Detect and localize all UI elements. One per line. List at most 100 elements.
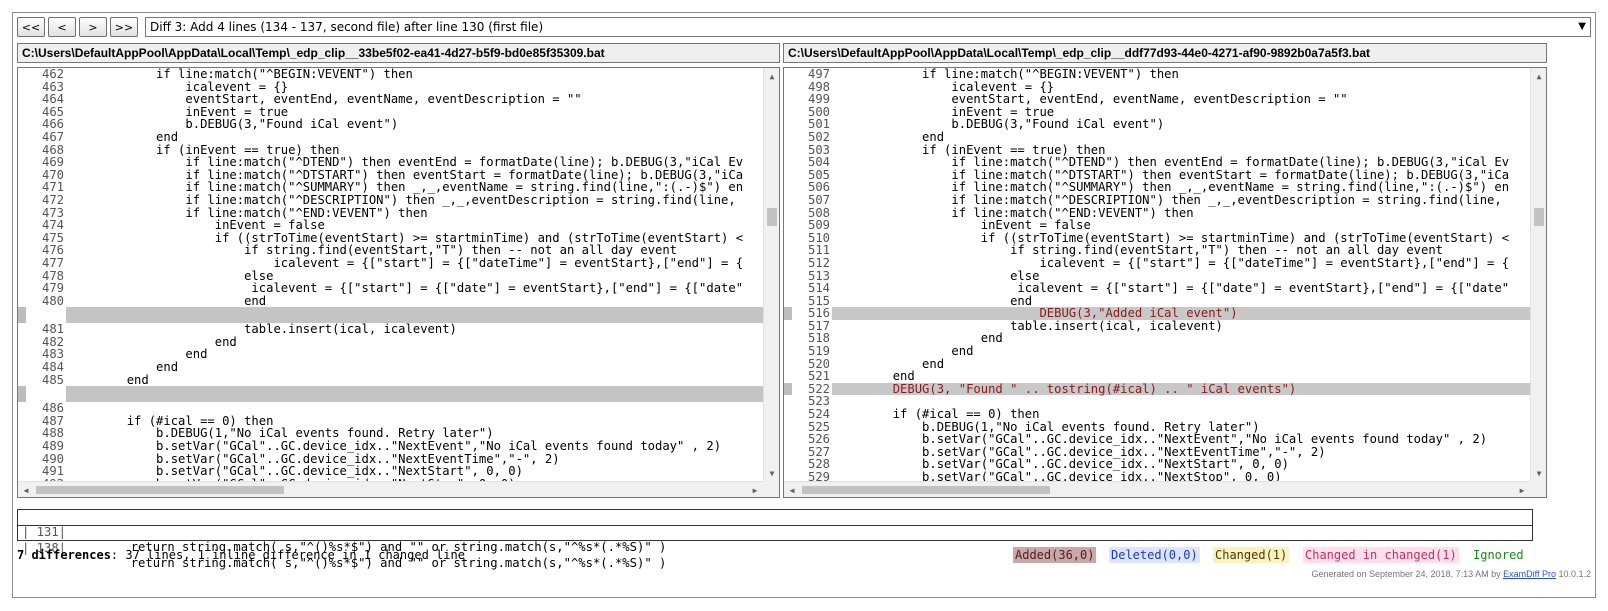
first-diff-button[interactable]: << — [17, 17, 45, 37]
diff-marker — [784, 156, 792, 169]
code-line: 464 eventStart, eventEnd, eventName, eve… — [18, 93, 763, 106]
line-number: 497 — [807, 68, 830, 81]
line-code: icalevent = {["start"] = {["date"] = eve… — [68, 281, 744, 296]
diff-marker — [18, 244, 26, 257]
line-code: if (#ical == 0) then — [834, 407, 1040, 422]
line-code: b.setVar("GCal"..GC.device_idx.."NextSto… — [834, 470, 1282, 481]
line-number: 526 — [807, 432, 830, 447]
diff-marker — [18, 68, 26, 81]
diff-report: << < > >> Diff 3: Add 4 lines (134 - 137… — [12, 12, 1596, 598]
diff-marker — [784, 244, 792, 257]
prev-diff-button[interactable]: < — [48, 17, 76, 37]
right-file-path: C:\Users\DefaultAppPool\AppData\Local\Te… — [783, 43, 1547, 63]
diff-marker — [784, 421, 792, 434]
line-number: 502 — [807, 129, 830, 144]
scroll-left-icon[interactable]: ◀ — [18, 482, 34, 497]
code-line: 504 if line:match("^DTEND") then eventEn… — [784, 156, 1530, 169]
code-line: 512 icalevent = {["start"] = {["dateTime… — [784, 257, 1530, 270]
left-vertical-scrollbar[interactable]: ▲ ▼ — [763, 68, 779, 481]
scroll-down-icon[interactable]: ▼ — [764, 465, 779, 481]
code-line: 489 b.setVar("GCal"..GC.device_idx.."Nex… — [18, 440, 763, 453]
diff-marker — [784, 219, 792, 232]
placeholder-line — [18, 386, 763, 403]
line-number: 521 — [807, 369, 830, 384]
chevron-down-icon[interactable]: ▼ — [1578, 18, 1586, 36]
diff-marker — [784, 181, 792, 194]
scroll-right-icon[interactable]: ▶ — [1514, 482, 1530, 497]
line-code: end — [834, 344, 974, 359]
scroll-thumb[interactable] — [1534, 208, 1544, 226]
line-code: table.insert(ical, icalevent) — [68, 322, 457, 337]
diff-marker — [784, 282, 792, 295]
code-line: 502 end — [784, 131, 1530, 144]
legend-changed: Changed(1) — [1213, 547, 1290, 563]
left-code-lines: 462 if line:match("^BEGIN:VEVENT") then 4… — [18, 68, 763, 481]
right-code-lines: 497 if line:match("^BEGIN:VEVENT") then 4… — [784, 68, 1530, 481]
scroll-up-icon[interactable]: ▲ — [1531, 68, 1546, 84]
line-code: if line:match("^DTEND") then eventEnd = … — [834, 155, 1510, 170]
code-line: 479 icalevent = {["start"] = {["date"] =… — [18, 282, 763, 295]
right-vertical-scrollbar[interactable]: ▲ ▼ — [1530, 68, 1546, 481]
left-horizontal-scrollbar[interactable]: ◀ ▶ — [18, 481, 763, 497]
left-file-path: C:\Users\DefaultAppPool\AppData\Local\Te… — [17, 43, 780, 63]
code-line: 486 — [18, 402, 763, 415]
diff-marker — [784, 395, 792, 408]
generated-footer: Generated on September 24, 2018, 7:13 AM… — [1311, 569, 1591, 579]
diff-marker — [18, 361, 26, 374]
scroll-thumb[interactable] — [767, 208, 777, 226]
line-number: 469 — [41, 155, 64, 170]
line-code: end — [68, 293, 267, 308]
scroll-corner — [1530, 481, 1546, 497]
code-line: 521 end — [784, 370, 1530, 383]
scroll-right-icon[interactable]: ▶ — [747, 482, 763, 497]
line-number: 524 — [807, 407, 830, 422]
diff-marker — [784, 93, 792, 106]
right-code-view[interactable]: 497 if line:match("^BEGIN:VEVENT") then 4… — [783, 67, 1547, 498]
product-link[interactable]: ExamDiff Pro — [1503, 569, 1556, 579]
scroll-thumb[interactable] — [802, 486, 1050, 494]
code-line: 507 if line:match("^DESCRIPTION") then _… — [784, 194, 1530, 207]
toolbar: << < > >> Diff 3: Add 4 lines (134 - 137… — [17, 17, 1591, 39]
diff-marker — [18, 282, 26, 295]
last-diff-button[interactable]: >> — [110, 17, 138, 37]
diff-marker — [784, 144, 792, 157]
diff-marker — [784, 458, 792, 471]
added-line: 522 DEBUG(3, "Found " .. tostring(#ical)… — [784, 383, 1530, 396]
line-number: 507 — [807, 192, 830, 207]
line-code: if line:match("^DESCRIPTION") then _,_,e… — [68, 192, 736, 207]
diff-marker — [784, 207, 792, 220]
compare-line-second: | 138| return string.match( s,"^()%s*$")… — [18, 525, 1532, 570]
code-line: 509 inEvent = false — [784, 219, 1530, 232]
diff-marker — [18, 427, 26, 440]
line-number: 514 — [807, 281, 830, 296]
line-number: 491 — [41, 464, 64, 479]
scroll-up-icon[interactable]: ▲ — [764, 68, 779, 84]
diff-marker — [18, 440, 26, 453]
diff-marker — [18, 336, 26, 349]
right-horizontal-scrollbar[interactable]: ◀ ▶ — [784, 481, 1530, 497]
diff-marker — [784, 81, 792, 94]
line-code: b.setVar("GCal"..GC.device_idx.."NextSta… — [68, 464, 523, 479]
diff-marker — [18, 374, 26, 387]
diff-selector[interactable]: Diff 3: Add 4 lines (134 - 137, second f… — [145, 17, 1591, 37]
diff-marker — [18, 323, 26, 336]
line-compare-panel: | 131| return string.match( s,"^()%s*$")… — [17, 509, 1533, 570]
line-number: 480 — [41, 293, 64, 308]
diff-marker — [18, 402, 26, 415]
diff-count: 7 differences — [17, 548, 111, 562]
scroll-down-icon[interactable]: ▼ — [1531, 465, 1546, 481]
diff-marker — [18, 219, 26, 232]
code-line: 467 end — [18, 131, 763, 144]
line-number: 485 — [41, 372, 64, 387]
line-code: end — [834, 129, 945, 144]
scroll-left-icon[interactable]: ◀ — [784, 482, 800, 497]
line-code: inEvent = false — [834, 218, 1091, 233]
diff-marker — [18, 257, 26, 270]
next-diff-button[interactable]: > — [79, 17, 107, 37]
generated-text: Generated on September 24, 2018, 7:13 AM… — [1311, 569, 1504, 579]
scroll-thumb[interactable] — [36, 486, 284, 494]
diff-marker — [18, 415, 26, 428]
left-code-view[interactable]: 462 if line:match("^BEGIN:VEVENT") then 4… — [17, 67, 780, 498]
code-line: 497 if line:match("^BEGIN:VEVENT") then — [784, 68, 1530, 81]
compare-line-first: | 131| return string.match( s,"^()%s*$")… — [18, 510, 1532, 554]
